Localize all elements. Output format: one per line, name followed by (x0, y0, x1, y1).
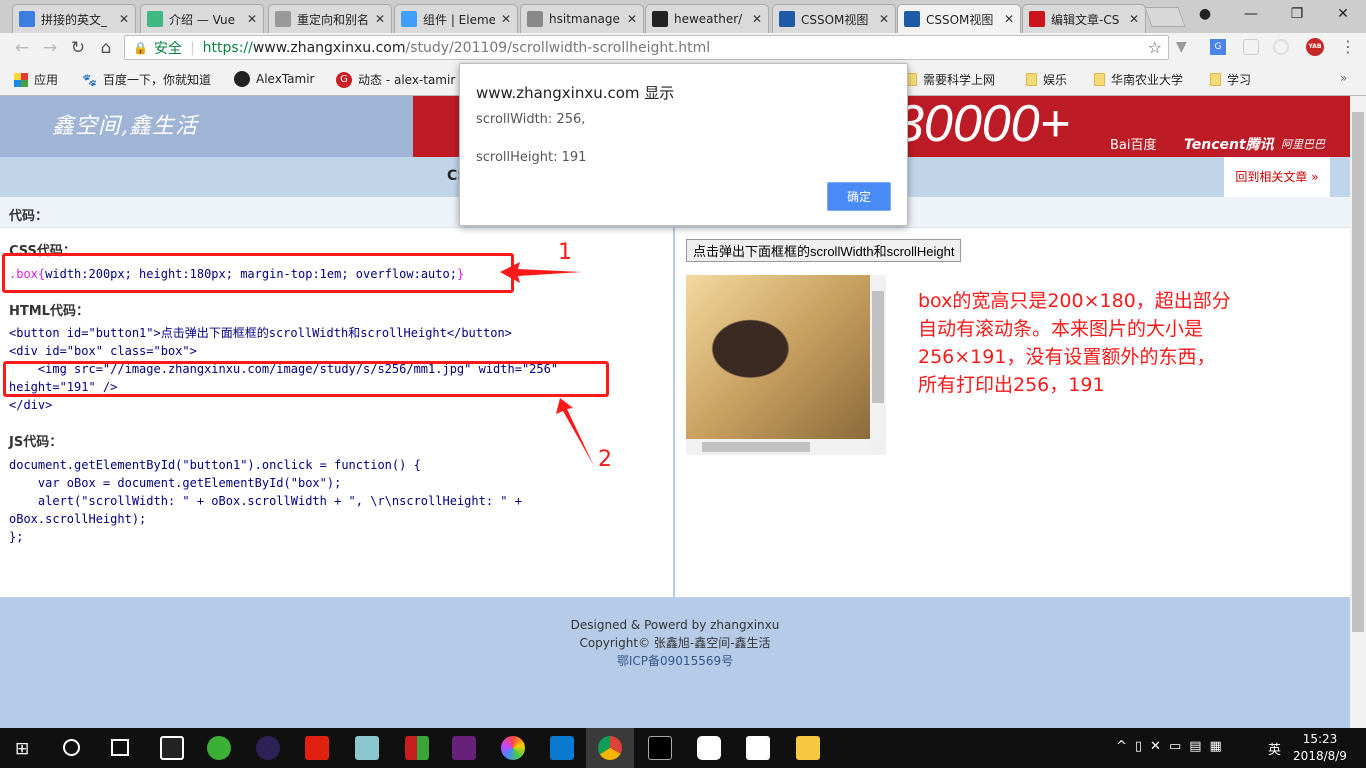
photos-icon[interactable] (501, 736, 525, 760)
clock[interactable]: 15:23 2018/8/9 (1290, 731, 1350, 765)
alert-dialog: www.zhangxinxu.com 显示 scrollWidth: 256, … (459, 63, 908, 226)
arrow-2 (556, 398, 594, 466)
annotation-number: 1 (558, 240, 572, 265)
ime-indicator[interactable]: 英 (1268, 739, 1281, 758)
dialog-title: www.zhangxinxu.com 显示 (476, 84, 675, 102)
dialog-message-line: scrollHeight: 191 (476, 150, 587, 165)
cortana-icon[interactable] (63, 739, 80, 756)
chrome-taskbar-button[interactable] (586, 728, 634, 768)
visual-studio-icon[interactable] (452, 736, 476, 760)
speed-test-icon[interactable] (697, 736, 721, 760)
qq-icon[interactable] (160, 736, 184, 760)
terminal-icon[interactable] (648, 736, 672, 760)
task-view-icon[interactable] (111, 739, 129, 756)
netease-music-icon[interactable] (305, 736, 329, 760)
taskbar: ⊞ ^▯✕▭▤▦ 英 15:23 2018/8/9 (0, 728, 1366, 768)
ok-button[interactable]: 确定 (827, 182, 891, 211)
vscode-icon[interactable] (550, 736, 574, 760)
annotation-number: 2 (598, 447, 612, 472)
system-tray-icons[interactable]: ^▯✕▭▤▦ (1116, 739, 1230, 754)
file-explorer-icon[interactable] (796, 736, 820, 760)
windows-start-icon[interactable]: ⊞ (15, 739, 29, 759)
wechat-icon[interactable] (207, 736, 231, 760)
app-icon[interactable] (405, 736, 429, 760)
arrow-1 (500, 262, 582, 283)
wps-icon[interactable] (746, 736, 770, 760)
asm-icon[interactable] (355, 736, 379, 760)
dialog-message-line: scrollWidth: 256, (476, 112, 586, 127)
chrome-icon (598, 736, 622, 760)
eclipse-icon[interactable] (256, 736, 280, 760)
